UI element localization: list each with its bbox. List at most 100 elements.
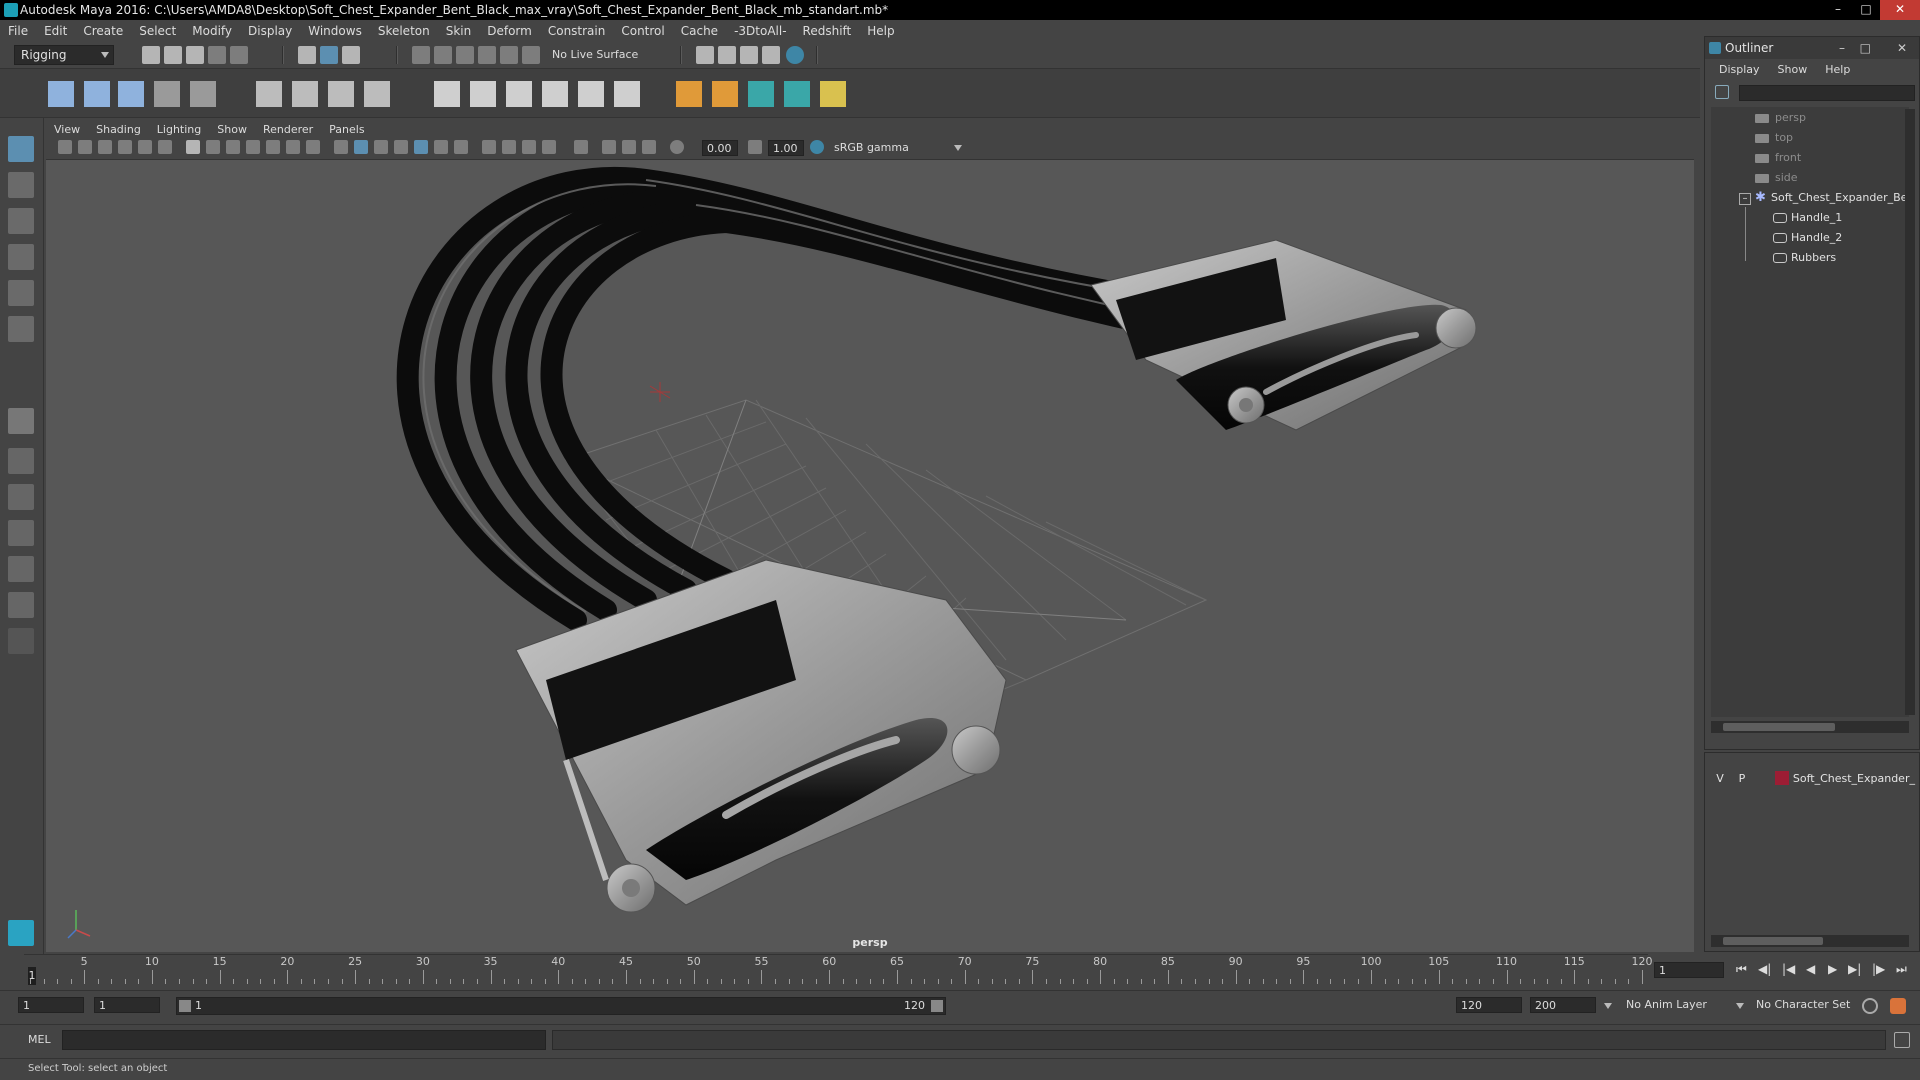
play-backwards-icon[interactable]: ◀ [1806,962,1815,976]
camera-attributes-icon[interactable] [78,140,92,154]
go-to-end-icon[interactable]: ⏭ [1896,962,1907,977]
render-frame-icon[interactable] [718,46,736,64]
set-pivot-icon[interactable] [712,81,738,107]
color-space-dropdown[interactable]: sRGB gamma [830,140,950,156]
safe-title-icon[interactable] [306,140,320,154]
outliner-item-top[interactable]: top [1755,129,1793,147]
move-tool-icon[interactable] [8,244,34,270]
persp-graph-layout-icon[interactable] [8,520,34,546]
custom-layout-icon[interactable] [8,592,34,618]
wireframe-icon[interactable] [334,140,348,154]
exposure-field[interactable]: 0.00 [702,140,738,156]
anim-layer-dropdown[interactable]: No Anim Layer [1622,997,1742,1013]
menu-display[interactable]: Display [248,24,292,38]
hypershade-layout-icon[interactable] [8,556,34,582]
playback-start-field[interactable]: 1 [94,997,160,1013]
smooth-shade-icon[interactable] [354,140,368,154]
live-surface-field[interactable]: No Live Surface [548,47,658,63]
menu-help[interactable]: Help [867,24,894,38]
select-hierarchy-icon[interactable] [298,46,316,64]
chevron-down-icon[interactable] [954,145,962,151]
maximize-button[interactable]: □ [1852,0,1880,20]
screen-space-ao-icon[interactable] [482,140,496,154]
ik-handle-icon[interactable] [84,81,110,107]
menu-file[interactable]: File [8,24,28,38]
menu-cache[interactable]: Cache [681,24,718,38]
snap-surface-icon[interactable] [500,46,518,64]
time-slider[interactable]: 1 5 10 15 20 25 30 35 40 45 50 55 60 65 70 75 80 85 90 95 1… [24,954,1653,985]
redo-icon[interactable] [230,46,248,64]
four-view-icon[interactable] [8,448,34,474]
layer-color-swatch[interactable] [1774,771,1789,785]
select-tool-icon[interactable] [8,136,34,162]
safe-action-icon[interactable] [286,140,300,154]
minimize-icon[interactable]: – [1839,37,1845,59]
isolate-select-icon[interactable] [574,140,588,154]
grid-icon[interactable] [186,140,200,154]
viewport-menu-view[interactable]: View [54,123,80,136]
snap-point-icon[interactable] [456,46,474,64]
close-button[interactable]: ✕ [1880,0,1920,20]
command-input[interactable] [62,1030,546,1050]
magnet-icon[interactable] [522,46,540,64]
render-view-icon[interactable] [696,46,714,64]
outliner-item-front[interactable]: front [1755,149,1801,167]
parent-constraint-icon[interactable] [578,81,604,107]
undo-icon[interactable] [208,46,226,64]
menu-constrain[interactable]: Constrain [548,24,606,38]
step-back-key-icon[interactable]: ◀| [1758,962,1771,976]
locator-icon[interactable] [154,81,180,107]
joint-tool-icon[interactable] [48,81,74,107]
outliner-search-input[interactable] [1739,85,1915,101]
menu-3dtoall[interactable]: -3DtoAll- [734,24,786,38]
persp-outliner-layout-icon[interactable] [8,484,34,510]
gamma-icon[interactable] [748,140,762,154]
outliner-item-handle-1[interactable]: Handle_1 [1773,209,1842,227]
sculpt-deformer-icon[interactable] [292,81,318,107]
viewport-menu-renderer[interactable]: Renderer [263,123,313,136]
color-management-icon[interactable] [810,140,824,154]
step-forward-frame-icon[interactable]: ▶| [1848,962,1861,976]
motion-blur-icon[interactable] [502,140,516,154]
maya-tool-2-icon[interactable] [784,81,810,107]
rotate-tool-icon[interactable] [8,280,34,306]
camera-select-icon[interactable] [58,140,72,154]
lasso-tool-icon[interactable] [8,172,34,198]
character-set-dropdown[interactable]: No Character Set [1752,997,1862,1013]
scrollbar-thumb[interactable] [1723,937,1823,945]
default-material-icon[interactable] [374,140,388,154]
ik-spline-icon[interactable] [118,81,144,107]
range-slider[interactable]: 1 120 [176,997,946,1015]
animation-start-field[interactable]: 1 [18,997,84,1013]
xray-components-icon[interactable] [642,140,656,154]
animation-end-field[interactable]: 200 [1530,997,1596,1013]
resolution-gate-icon[interactable] [226,140,240,154]
layout-more-icon[interactable] [8,628,34,654]
maya-home-icon[interactable] [8,920,34,946]
textured-icon[interactable] [414,140,428,154]
film-gate-icon[interactable] [206,140,220,154]
menu-create[interactable]: Create [83,24,123,38]
field-chart-icon[interactable] [266,140,280,154]
menu-skin[interactable]: Skin [446,24,472,38]
xray-joints-icon[interactable] [622,140,636,154]
single-view-icon[interactable] [8,408,34,434]
outliner-menu-show[interactable]: Show [1778,63,1808,76]
layer-visibility-toggle[interactable]: V [1709,772,1731,785]
image-plane-icon[interactable] [118,140,132,154]
viewport-menu-shading[interactable]: Shading [96,123,141,136]
snap-curve-icon[interactable] [434,46,452,64]
anti-aliasing-icon[interactable] [522,140,536,154]
point-constraint-icon[interactable] [434,81,460,107]
xray-icon[interactable] [602,140,616,154]
current-frame-field[interactable]: 1 [1654,962,1724,978]
menu-modify[interactable]: Modify [192,24,232,38]
select-component-icon[interactable] [342,46,360,64]
maya-tool-icon[interactable] [748,81,774,107]
move-pivot-icon[interactable] [676,81,702,107]
2d-pan-zoom-icon[interactable] [138,140,152,154]
depth-of-field-icon[interactable] [542,140,556,154]
orient-constraint-icon[interactable] [506,81,532,107]
menu-windows[interactable]: Windows [308,24,362,38]
minimize-button[interactable]: – [1824,0,1852,20]
